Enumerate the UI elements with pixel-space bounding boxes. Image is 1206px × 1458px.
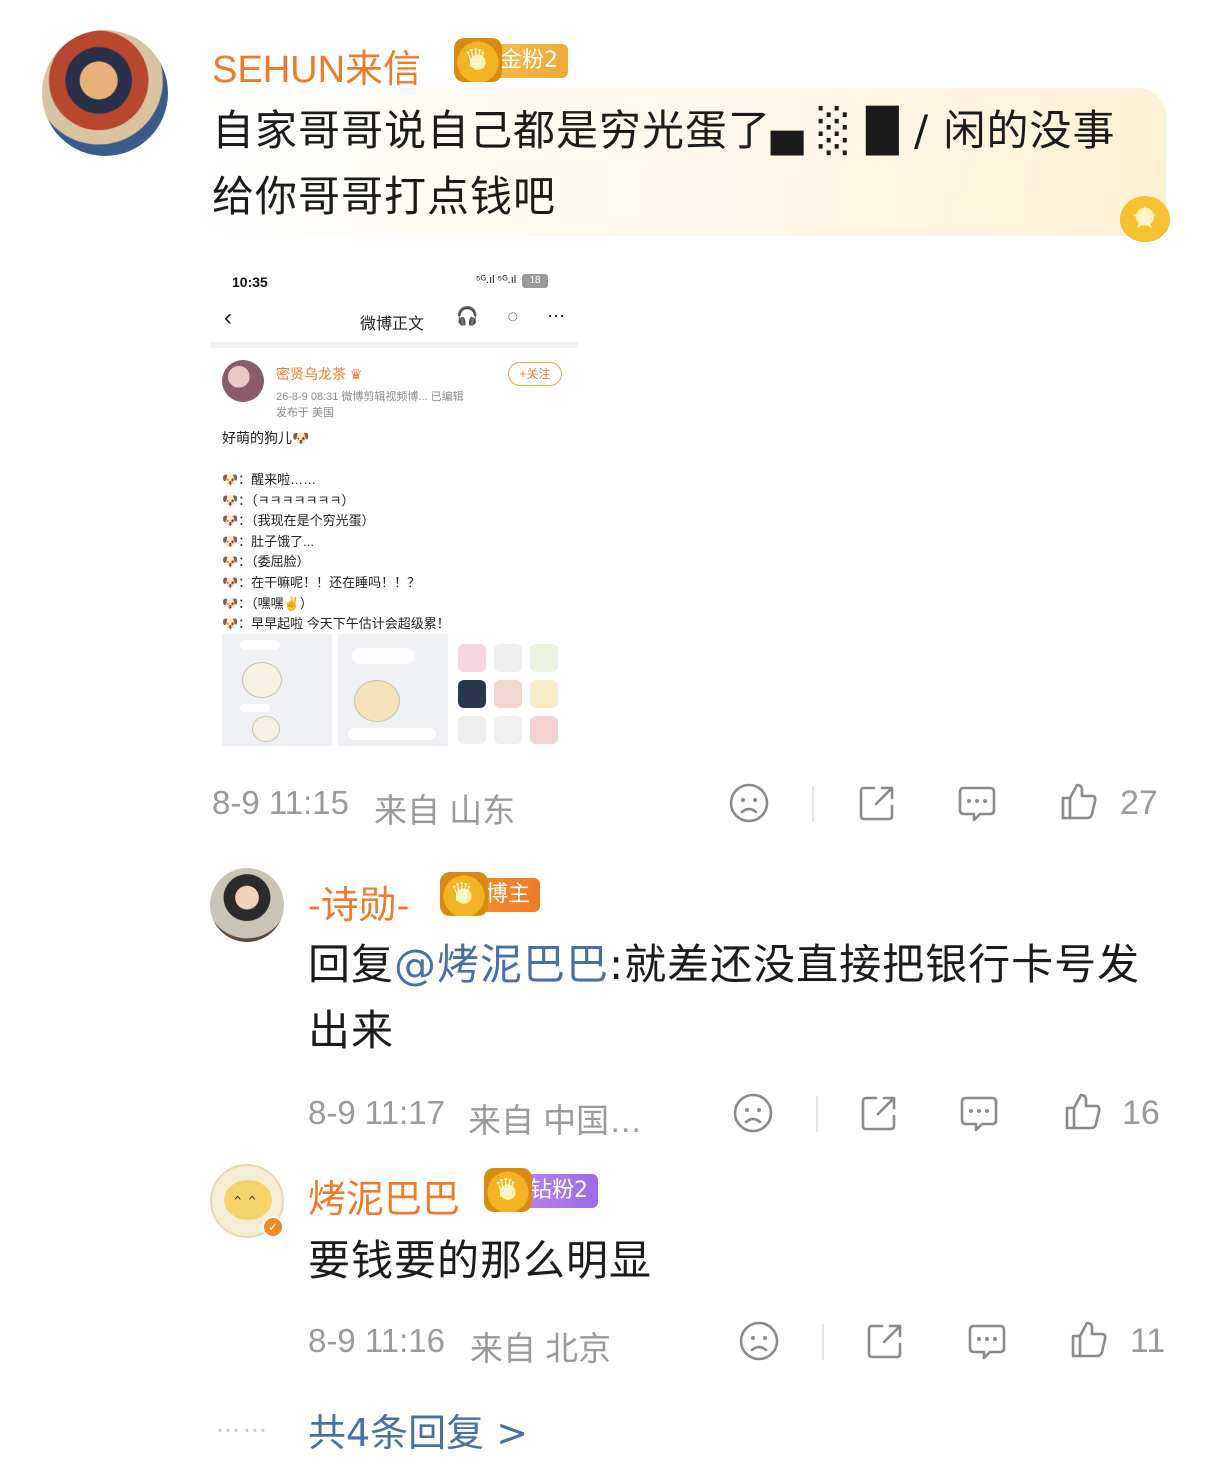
username-sehun[interactable]: SEHUN来信	[212, 38, 421, 93]
share-icon[interactable]	[858, 1092, 900, 1134]
avatar-shixun[interactable]	[210, 868, 284, 942]
comment-icon[interactable]	[956, 782, 998, 824]
comment-location: 来自 山东	[374, 792, 516, 829]
more-dots: ……	[216, 1410, 270, 1438]
thumbs-up-icon[interactable]	[1058, 780, 1100, 822]
post-text: 好萌的狗儿🐶	[222, 430, 310, 446]
post-line: 🐶：（我现在是个穷光蛋）	[222, 513, 375, 529]
post-line: 🐶：（ㅋㅋㅋㅋㅋㅋㅋ）	[222, 492, 355, 508]
separator	[816, 1096, 818, 1132]
chat-thumbnail-2	[338, 634, 448, 746]
reply-location: 来自 中国…	[468, 1102, 643, 1139]
post-line: 🐶：醒来啦……	[222, 472, 317, 487]
verified-icon: ✓	[262, 1216, 284, 1238]
comment-icon[interactable]	[958, 1092, 1000, 1134]
poster-meta: 26-8-9 08:31 微博剪辑视频博... 已编辑	[276, 391, 464, 403]
sad-face-icon[interactable]	[732, 1092, 774, 1134]
avatar-sehun[interactable]	[42, 30, 168, 156]
comment-icon[interactable]	[966, 1320, 1008, 1362]
poster-avatar	[222, 360, 264, 402]
poster-name: 密贤乌龙茶 ♛	[276, 366, 363, 382]
star-medal-icon	[1112, 192, 1176, 248]
post-image-grid	[222, 634, 566, 746]
post-line: 🐶：早早起啦 今天下午估计会超级累！	[222, 616, 450, 632]
crown-icon	[440, 872, 488, 916]
like-count: 11	[1130, 1322, 1166, 1360]
sad-face-icon[interactable]	[728, 782, 770, 824]
username-shixun[interactable]: -诗勋-	[308, 874, 409, 929]
battery-icon: 18	[522, 274, 548, 288]
blogger-badge-label: 博主	[486, 882, 531, 907]
separator	[812, 786, 814, 822]
mention-link[interactable]: @烤泥巴巴	[394, 940, 609, 989]
separator	[822, 1324, 824, 1360]
signal-icon: ⁵ᴳ.ıl ⁵ᴳ.ıl	[476, 274, 517, 286]
fan-badge-gold[interactable]: 金粉2	[454, 38, 568, 82]
comment-text: 自家哥哥说自己都是穷光蛋了▄ ░ █ / 闲的没事给你哥哥打点钱吧	[212, 106, 1116, 221]
chat-thumbnail-1	[222, 634, 332, 746]
share-icon[interactable]	[864, 1320, 906, 1362]
sticker-thumbnail	[454, 634, 564, 746]
reply-text-shixun: 回复@烤泥巴巴:就差还没直接把银行卡号发出来	[308, 932, 1148, 1064]
follow-button: +关注	[508, 362, 562, 386]
status-time: 10:35	[232, 274, 268, 290]
thumbs-up-icon[interactable]	[1062, 1090, 1104, 1132]
sad-face-icon[interactable]	[738, 1320, 780, 1362]
crown-icon	[454, 38, 502, 82]
like-count: 16	[1122, 1094, 1160, 1132]
back-arrow-icon: ‹	[224, 304, 232, 331]
fan-badge-label: 钻粉2	[530, 1178, 588, 1203]
reply-time: 8-9 11:16	[308, 1322, 445, 1359]
blogger-badge[interactable]: 博主	[440, 872, 541, 916]
thumbs-up-icon[interactable]	[1068, 1318, 1110, 1360]
poster-location: 发布于 美国	[276, 407, 335, 419]
attached-screenshot-image[interactable]: 10:35 ⁵ᴳ.ıl ⁵ᴳ.ıl 18 ‹ 微博正文 🎧 ◌ ⋯ 密贤乌龙茶 …	[210, 262, 578, 748]
fan-badge-diamond[interactable]: 钻粉2	[484, 1168, 598, 1212]
post-lines: 🐶：醒来啦…… 🐶：（ㅋㅋㅋㅋㅋㅋㅋ） 🐶：（我现在是个穷光蛋） 🐶：肚子饿了.…	[222, 470, 450, 635]
nav-icons: 🎧 ◌ ⋯	[456, 306, 578, 326]
post-line: 🐶：肚子饿了...	[222, 533, 315, 549]
nav-title: 微博正文	[360, 316, 425, 333]
crown-icon	[484, 1168, 532, 1212]
like-count: 27	[1120, 784, 1158, 822]
reply-location: 来自 北京	[470, 1330, 612, 1367]
share-icon[interactable]	[856, 782, 898, 824]
view-all-replies-link[interactable]: 共4条回复 >	[308, 1402, 528, 1457]
reply-time: 8-9 11:17	[308, 1094, 445, 1131]
post-line: 🐶：（委屈脸）	[222, 554, 310, 570]
post-line: 🐶：在干嘛呢！！还在睡吗！！？	[222, 574, 421, 590]
comment-time: 8-9 11:15	[212, 784, 349, 821]
fan-badge-label: 金粉2	[500, 48, 558, 73]
reply-text-kaonibaba: 要钱要的那么明显	[308, 1236, 653, 1285]
username-kaonibaba[interactable]: 烤泥巴巴	[308, 1168, 460, 1223]
post-line: 🐶：（嘿嘿✌）	[222, 595, 313, 611]
reply-prefix: 回复	[308, 940, 395, 989]
divider	[210, 342, 578, 348]
